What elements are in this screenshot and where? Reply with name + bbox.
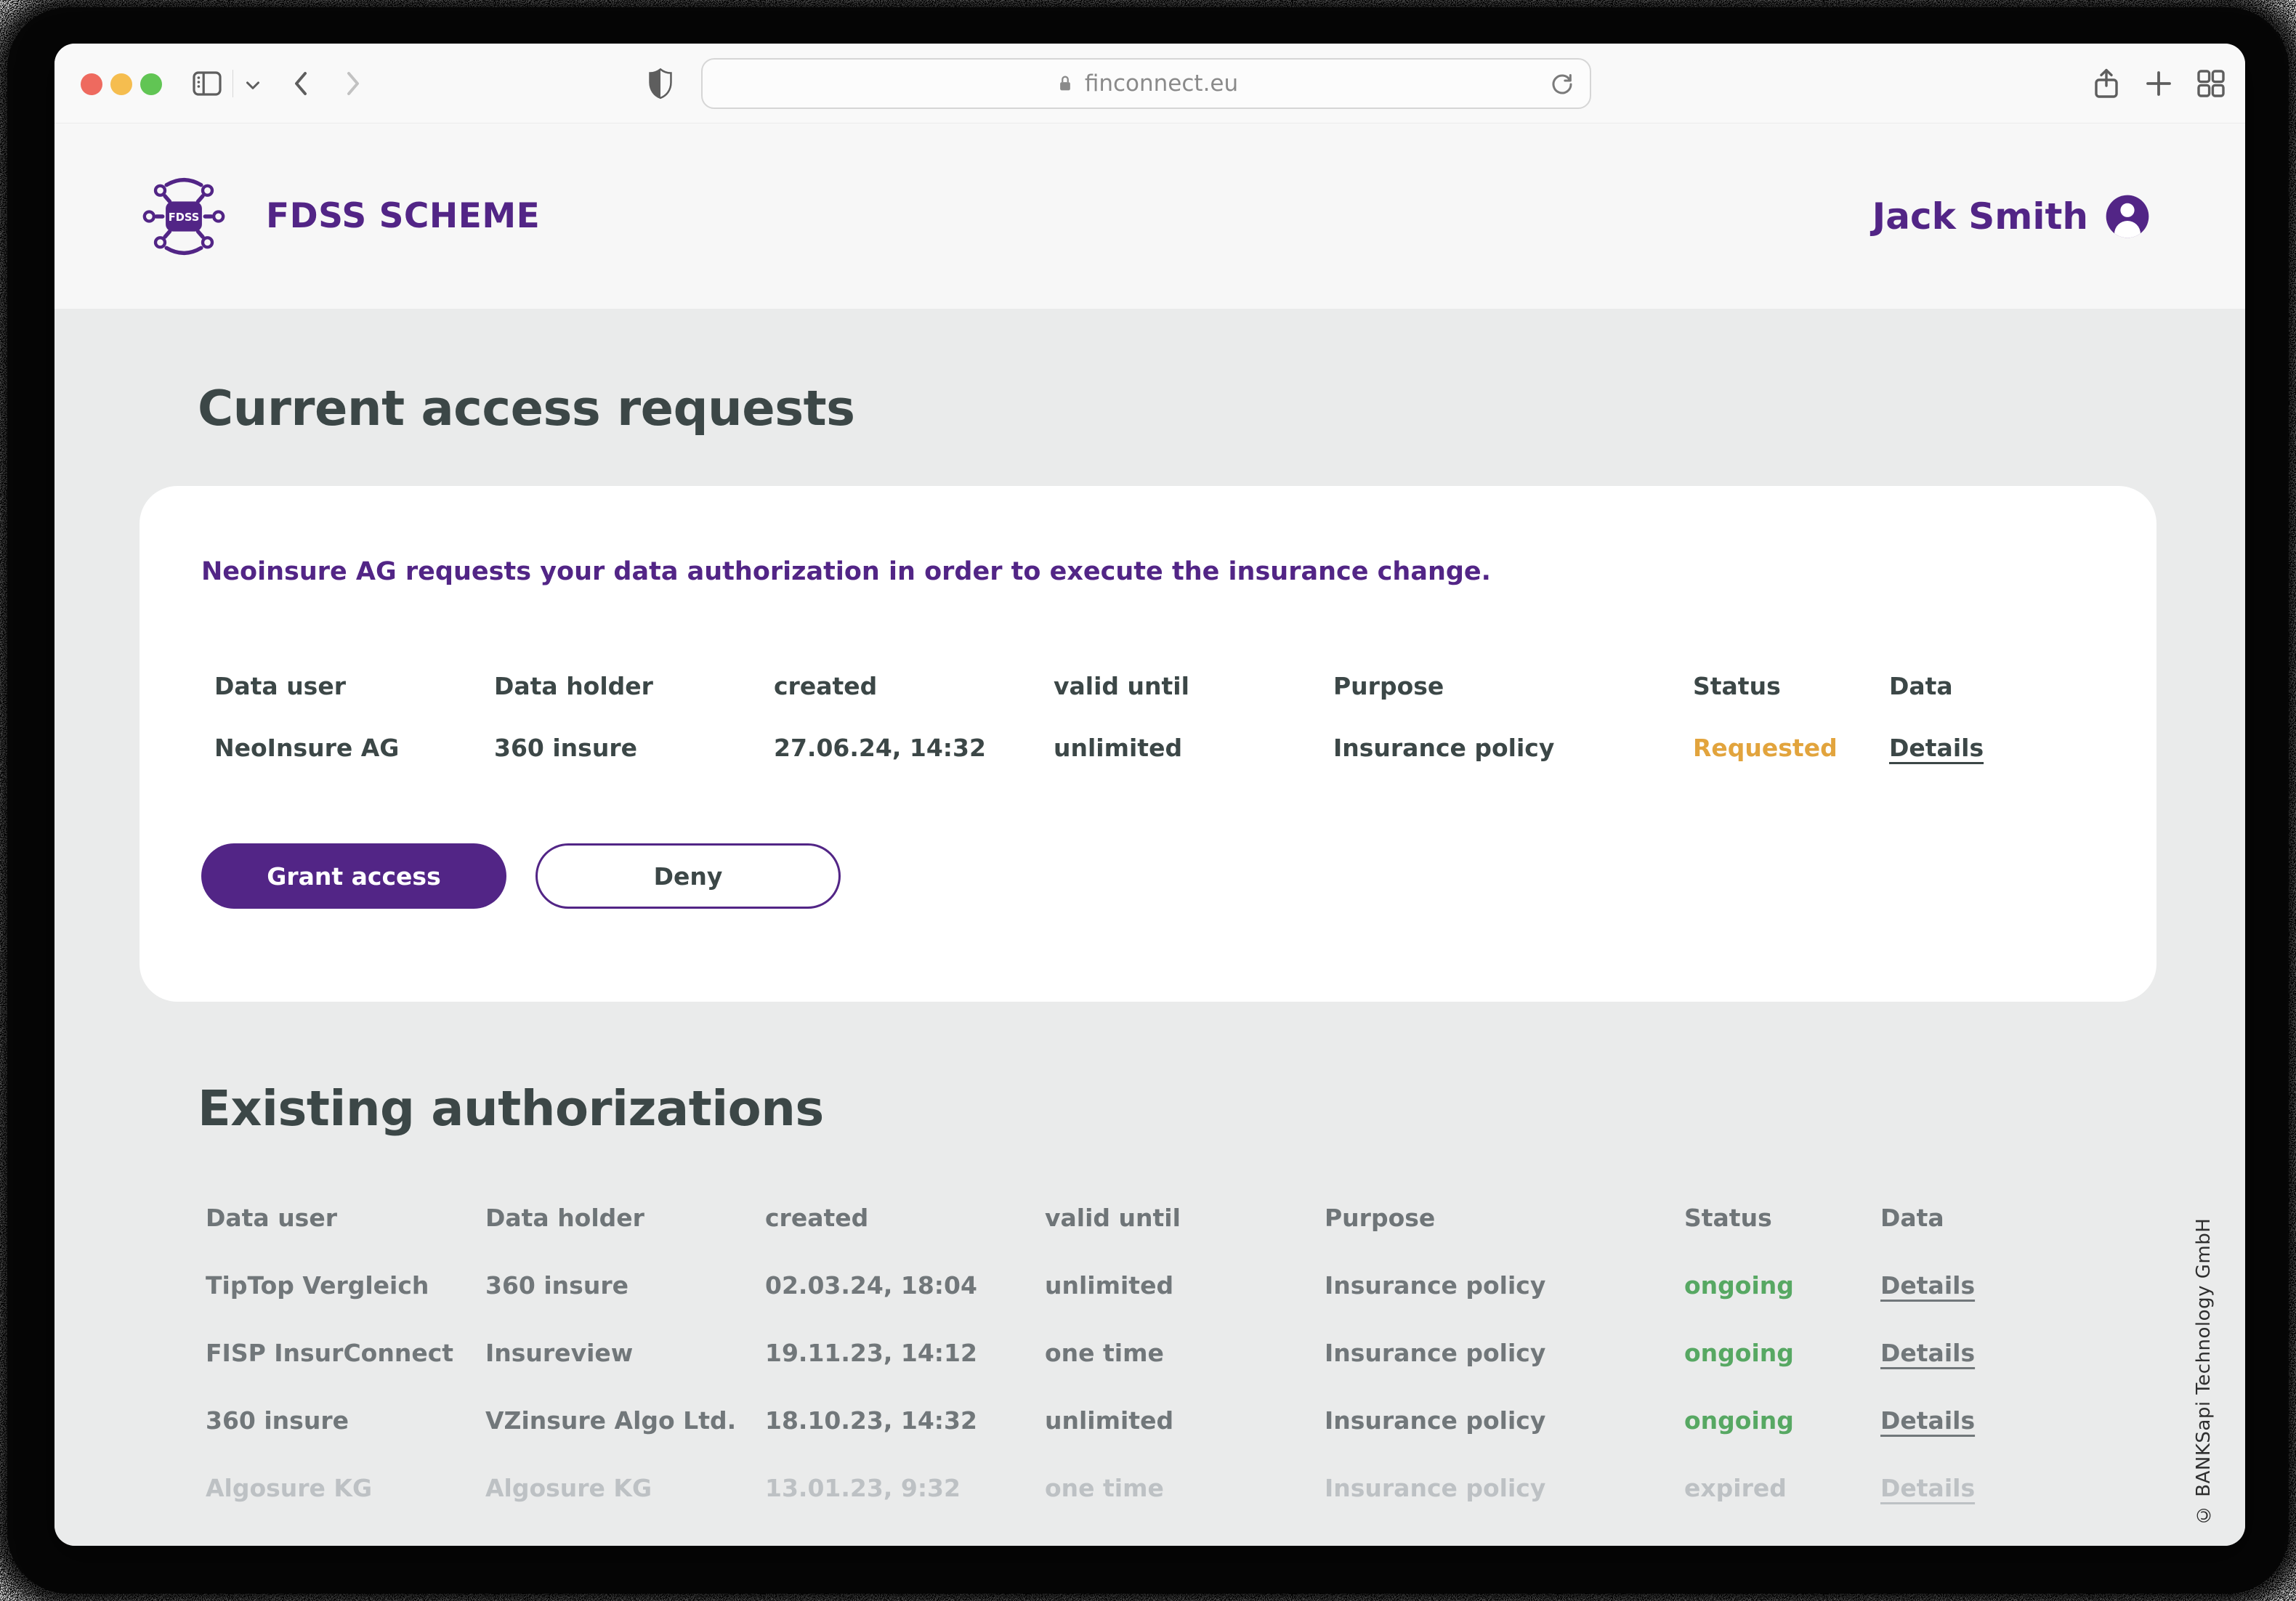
page: FDSS FDSS SCHEME Jack Smith [54, 123, 2245, 1546]
row-data-user: TipTop Vergleich [206, 1271, 485, 1300]
existing-authorizations-title: Existing authorizations [198, 1080, 2245, 1137]
browser-window: finconnect.eu [54, 44, 2245, 1546]
row-valid-until: one time [1045, 1339, 1325, 1367]
row-purpose: Insurance policy [1325, 1406, 1684, 1435]
col-purpose: Purpose [1333, 672, 1693, 700]
copyright-vertical-text: © BANKSapi Technology GmbH [2193, 1191, 2215, 1525]
table-row-expired: Algosure KG Algosure KG 13.01.23, 9:32 o… [206, 1474, 2066, 1502]
sidebar-icon[interactable] [190, 66, 225, 101]
brand: FDSS FDSS SCHEME [137, 173, 540, 260]
existing-table-header: Data user Data holder created valid unti… [206, 1204, 2066, 1232]
request-created: 27.06.24, 14:32 [774, 734, 1054, 762]
col-status: Status [1693, 672, 1889, 700]
row-created: 02.03.24, 18:04 [765, 1271, 1045, 1300]
row-status-badge: ongoing [1684, 1271, 1880, 1300]
share-icon[interactable] [2089, 66, 2124, 101]
address-bar[interactable]: finconnect.eu [701, 58, 1591, 109]
col-created: created [765, 1204, 1045, 1232]
col-data-holder: Data holder [485, 1204, 765, 1232]
row-status-badge: ongoing [1684, 1406, 1880, 1435]
browser-toolbar: finconnect.eu [54, 44, 2245, 123]
table-row: 360 insure VZinsure Algo Ltd. 18.10.23, … [206, 1406, 2066, 1435]
col-created: created [774, 672, 1054, 700]
request-data-holder: 360 insure [494, 734, 774, 762]
request-valid-until: unlimited [1054, 734, 1333, 762]
user-name: Jack Smith [1872, 195, 2088, 238]
row-details-link[interactable]: Details [1880, 1271, 2066, 1300]
row-data-holder: Insureview [485, 1339, 765, 1367]
request-purpose: Insurance policy [1333, 734, 1693, 762]
row-details-link[interactable]: Details [1880, 1339, 2066, 1367]
row-purpose: Insurance policy [1325, 1271, 1684, 1300]
main-content: Current access requests Neoinsure AG req… [54, 309, 2245, 1546]
row-created: 18.10.23, 14:32 [765, 1406, 1045, 1435]
row-status-badge: expired [1684, 1474, 1880, 1502]
access-request-card: Neoinsure AG requests your data authoriz… [140, 486, 2156, 1002]
col-data-holder: Data holder [494, 672, 774, 700]
row-valid-until: one time [1045, 1474, 1325, 1502]
col-data: Data [1880, 1204, 2066, 1232]
current-requests-title: Current access requests [198, 309, 2245, 437]
col-purpose: Purpose [1325, 1204, 1684, 1232]
col-data-user: Data user [206, 1204, 485, 1232]
back-icon[interactable] [284, 66, 319, 101]
new-tab-icon[interactable] [2141, 66, 2176, 101]
zoom-window-button[interactable] [140, 73, 162, 95]
request-data-user: NeoInsure AG [214, 734, 494, 762]
request-message: Neoinsure AG requests your data authoriz… [201, 557, 2156, 586]
site-header: FDSS FDSS SCHEME Jack Smith [54, 123, 2245, 309]
reload-icon[interactable] [1548, 70, 1577, 99]
row-data-holder: VZinsure Algo Ltd. [485, 1406, 765, 1435]
fdss-logo-icon: FDSS [137, 173, 231, 260]
row-data-user: 360 insure [206, 1406, 485, 1435]
user-avatar-icon [2104, 193, 2151, 240]
request-status-badge: Requested [1693, 734, 1889, 762]
privacy-shield-icon[interactable] [644, 68, 676, 100]
request-table-row: NeoInsure AG 360 insure 27.06.24, 14:32 … [214, 734, 2074, 762]
row-data-holder: Algosure KG [485, 1474, 765, 1502]
row-details-link[interactable]: Details [1880, 1406, 2066, 1435]
row-details-link[interactable]: Details [1880, 1474, 2066, 1502]
row-created: 19.11.23, 14:12 [765, 1339, 1045, 1367]
table-row: TipTop Vergleich 360 insure 02.03.24, 18… [206, 1271, 2066, 1300]
close-window-button[interactable] [81, 73, 102, 95]
table-row: FISP InsurConnect Insureview 19.11.23, 1… [206, 1339, 2066, 1367]
row-valid-until: unlimited [1045, 1271, 1325, 1300]
col-valid-until: valid until [1054, 672, 1333, 700]
row-created: 13.01.23, 9:32 [765, 1474, 1045, 1502]
col-data-user: Data user [214, 672, 494, 700]
lock-icon [1054, 73, 1076, 94]
row-purpose: Insurance policy [1325, 1339, 1684, 1367]
request-details-link[interactable]: Details [1889, 734, 2074, 762]
row-status-badge: ongoing [1684, 1339, 1880, 1367]
row-data-holder: 360 insure [485, 1271, 765, 1300]
app-title: FDSS SCHEME [266, 196, 540, 236]
logo-text: FDSS [169, 211, 200, 223]
forward-icon[interactable] [335, 66, 370, 101]
device-frame: finconnect.eu [0, 0, 2296, 1601]
request-table-header: Data user Data holder created valid unti… [214, 672, 2074, 700]
row-purpose: Insurance policy [1325, 1474, 1684, 1502]
col-status: Status [1684, 1204, 1880, 1232]
tab-overview-icon[interactable] [2194, 66, 2228, 101]
row-data-user: FISP InsurConnect [206, 1339, 485, 1367]
row-data-user: Algosure KG [206, 1474, 485, 1502]
minimize-window-button[interactable] [110, 73, 132, 95]
row-valid-until: unlimited [1045, 1406, 1325, 1435]
url-text: finconnect.eu [1085, 70, 1238, 97]
deny-button[interactable]: Deny [535, 843, 841, 909]
user-menu[interactable]: Jack Smith [1872, 123, 2151, 309]
chevron-down-icon[interactable] [242, 74, 264, 96]
col-valid-until: valid until [1045, 1204, 1325, 1232]
grant-access-button[interactable]: Grant access [201, 843, 506, 909]
col-data: Data [1889, 672, 2074, 700]
existing-authorizations-table: Data user Data holder created valid unti… [206, 1204, 2066, 1502]
request-actions: Grant access Deny [201, 843, 2156, 909]
